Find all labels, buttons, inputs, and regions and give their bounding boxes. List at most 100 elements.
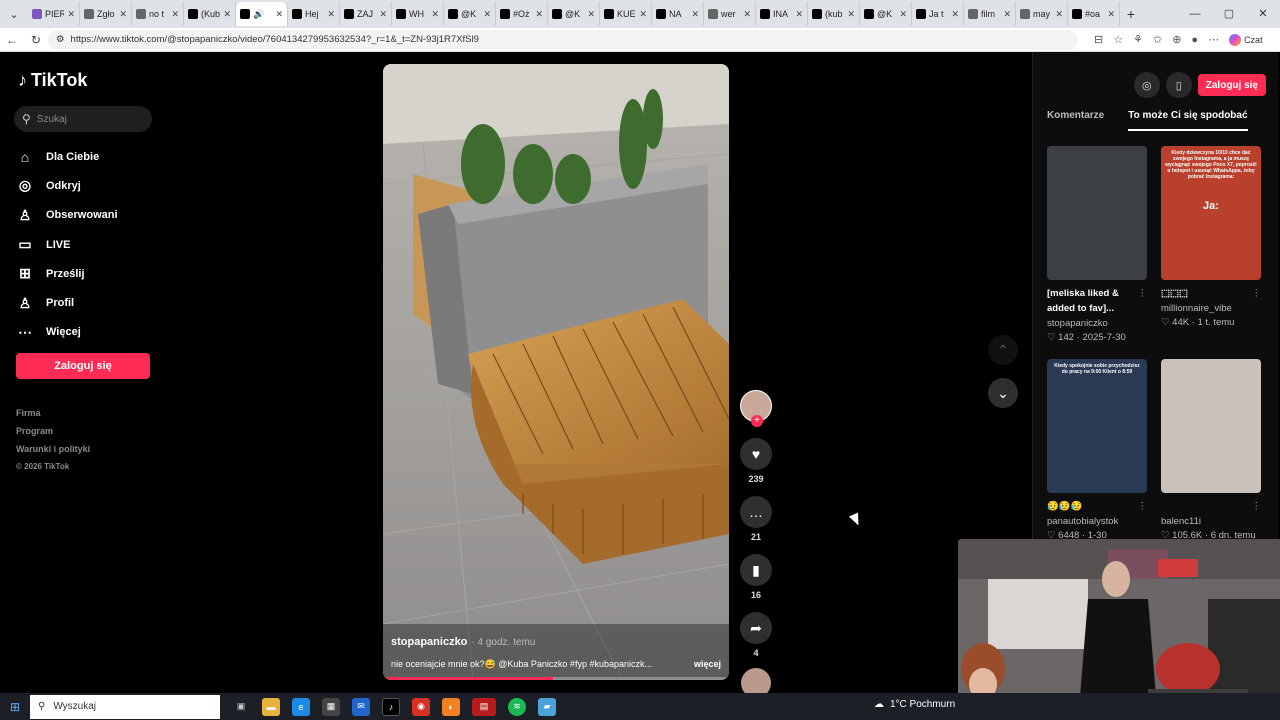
sidebar-item-live[interactable]: ▭ LIVE <box>16 230 166 259</box>
browser-tab[interactable]: @K ✕ <box>548 2 600 26</box>
top-login-button[interactable]: Zaloguj się <box>1197 74 1266 96</box>
heart-icon[interactable]: ♥ <box>740 438 772 470</box>
card-author[interactable]: balenc11i <box>1161 514 1261 529</box>
minimize-icon[interactable]: — <box>1178 0 1212 28</box>
tab-close-icon[interactable]: ✕ <box>639 9 647 20</box>
tab-close-icon[interactable]: ✕ <box>535 9 543 20</box>
browser-tab[interactable]: Ja t ✕ <box>912 2 964 26</box>
card-author[interactable]: panautobialystok <box>1047 514 1147 529</box>
recommended-video-card[interactable]: Kiedy dziewczyna 10/10 chce dać swojego … <box>1161 146 1261 345</box>
mail-icon[interactable]: ✉ <box>352 697 370 716</box>
edge-icon[interactable]: e <box>292 697 310 716</box>
browser-tab[interactable]: KUE ✕ <box>600 2 652 26</box>
profile-avatar-icon[interactable]: ● <box>1191 34 1198 46</box>
browser-tab[interactable]: 🔊 ✕ <box>236 2 288 26</box>
browser-tab[interactable]: film ✕ <box>964 2 1016 26</box>
browser-tab[interactable]: (kub ✕ <box>808 2 860 26</box>
tab-close-icon[interactable]: ✕ <box>223 9 231 20</box>
tiktok-logo[interactable]: ♪ TikTok <box>18 70 87 91</box>
tab-close-icon[interactable]: ✕ <box>899 9 907 20</box>
tab-list-chevron-icon[interactable]: ⌄ <box>0 0 28 28</box>
tab-close-icon[interactable]: ✕ <box>743 9 751 20</box>
card-menu-icon[interactable]: ⋮ <box>1252 286 1262 301</box>
collections-icon[interactable]: ✩ <box>1153 33 1162 46</box>
next-video-chevron-down-icon[interactable]: ⌄ <box>988 378 1018 408</box>
video-thumbnail[interactable] <box>1047 146 1147 280</box>
comment-action[interactable]: … 21 <box>740 496 772 542</box>
search-input[interactable] <box>36 113 137 125</box>
browser-tab[interactable]: Hej ✕ <box>288 2 340 26</box>
card-author[interactable]: stopapaniczko <box>1047 316 1147 331</box>
browser-tab[interactable]: may ✕ <box>1016 2 1068 26</box>
share-icon[interactable]: ➦ <box>740 612 772 644</box>
store-icon[interactable]: ▦ <box>322 697 340 716</box>
tab-close-icon[interactable]: ✕ <box>847 9 855 20</box>
new-tab-button[interactable]: + <box>1120 6 1142 22</box>
browser-tab[interactable]: ZAJ ✕ <box>340 2 392 26</box>
close-window-icon[interactable]: ✕ <box>1246 0 1280 28</box>
reload-icon[interactable]: ↻ <box>24 33 48 47</box>
tab-recommended[interactable]: To może Ci się spodobać <box>1128 110 1248 131</box>
footer-link-terms[interactable]: Warunki i polityki <box>16 444 90 462</box>
tab-close-icon[interactable]: ✕ <box>1055 9 1063 20</box>
url-field[interactable]: ⚙ https://www.tiktok.com/@stopapaniczko/… <box>48 29 1078 50</box>
tab-close-icon[interactable]: ✕ <box>327 9 335 20</box>
browser-tab[interactable]: #Oż ✕ <box>496 2 548 26</box>
share-action[interactable]: ➦ 4 <box>740 612 772 658</box>
browser-tab[interactable]: @K ✕ <box>860 2 912 26</box>
search-box[interactable]: ⚲ <box>14 106 152 132</box>
site-info-icon[interactable]: ⚙ <box>56 34 65 45</box>
tab-close-icon[interactable]: ✕ <box>587 9 595 20</box>
login-button[interactable]: Zaloguj się <box>16 353 150 379</box>
save-action[interactable]: ▮ 16 <box>740 554 772 600</box>
video-player[interactable]: stopapaniczko · 4 godz. temu nie oceniajc… <box>383 64 729 680</box>
tab-close-icon[interactable]: ✕ <box>275 9 283 20</box>
browser-tab[interactable]: Zgło ✕ <box>80 2 132 26</box>
tab-close-icon[interactable]: ✕ <box>379 9 387 20</box>
comment-icon[interactable]: … <box>740 496 772 528</box>
sidebar-item-obserwowani[interactable]: ♙ Obserwowani <box>16 201 166 230</box>
card-menu-icon[interactable]: ⋮ <box>1138 286 1148 316</box>
sidebar-item-odkryj[interactable]: ◎ Odkryj <box>16 171 166 200</box>
tab-close-icon[interactable]: ✕ <box>171 9 179 20</box>
follow-plus-icon[interactable]: + <box>751 415 763 427</box>
extensions-icon[interactable]: ⚘ <box>1133 33 1143 46</box>
footer-link-program[interactable]: Program <box>16 426 90 444</box>
card-menu-icon[interactable]: ⋮ <box>1138 499 1148 514</box>
sidebar-item-prześlij[interactable]: ⊞ Prześlij <box>16 259 166 288</box>
sidebar-item-dla-ciebie[interactable]: ⌂ Dla Ciebie <box>16 142 166 171</box>
tab-close-icon[interactable]: ✕ <box>431 9 439 20</box>
card-menu-icon[interactable]: ⋮ <box>1252 499 1262 514</box>
recommended-video-card[interactable]: Kiedy spokojnie sobie przychodzisz do pr… <box>1047 359 1147 543</box>
downloads-icon[interactable]: ⊕ <box>1172 33 1181 46</box>
task-view-icon[interactable]: ▣ <box>232 698 250 716</box>
chrome-icon[interactable]: ◉ <box>412 697 430 716</box>
browser-tab[interactable]: #oa ✕ <box>1068 2 1120 26</box>
tab-close-icon[interactable]: ✕ <box>951 9 959 20</box>
sidebar-item-profil[interactable]: ♙ Profil <box>16 288 166 317</box>
video-thumbnail[interactable]: Kiedy spokojnie sobie przychodzisz do pr… <box>1047 359 1147 493</box>
tab-close-icon[interactable]: ✕ <box>795 9 803 20</box>
browser-tab[interactable]: WH ✕ <box>392 2 444 26</box>
video-progress-bar[interactable] <box>383 677 729 680</box>
recommended-video-card[interactable]: [meliska liked & added to fav]... ⋮ stopap… <box>1047 146 1147 345</box>
file-explorer-icon[interactable]: ▬ <box>262 697 280 716</box>
video-thumbnail[interactable] <box>1161 359 1261 493</box>
recommended-video-card[interactable]: ⋮ balenc11i ♡ 105.6K · 6 dn. temu <box>1161 359 1261 543</box>
tab-close-icon[interactable]: ✕ <box>1003 9 1011 20</box>
compass-icon[interactable]: ◎ <box>1133 72 1160 98</box>
previous-video-chevron-up-icon[interactable]: ⌃ <box>988 335 1018 365</box>
browser-tab[interactable]: PIER ✕ <box>28 2 80 26</box>
browser-tab[interactable]: NA ✕ <box>652 2 704 26</box>
more-link[interactable]: więcej <box>694 659 721 670</box>
weather-widget[interactable]: ☁ 1°C Pochmurn <box>874 699 955 710</box>
video-thumbnail[interactable]: Kiedy dziewczyna 10/10 chce dać swojego … <box>1161 146 1261 280</box>
bookmark-icon[interactable]: ▮ <box>740 554 772 586</box>
browser-tab[interactable]: no t ✕ <box>132 2 184 26</box>
notepad-icon[interactable]: ▰ <box>538 697 556 716</box>
browser-tab[interactable]: wer ✕ <box>704 2 756 26</box>
browser-tab[interactable]: INA ✕ <box>756 2 808 26</box>
voicemod-icon[interactable]: ▤ <box>472 697 496 716</box>
tab-comments[interactable]: Komentarze <box>1047 110 1104 131</box>
sidebar-item-więcej[interactable]: ⋯ Więcej <box>16 318 166 347</box>
